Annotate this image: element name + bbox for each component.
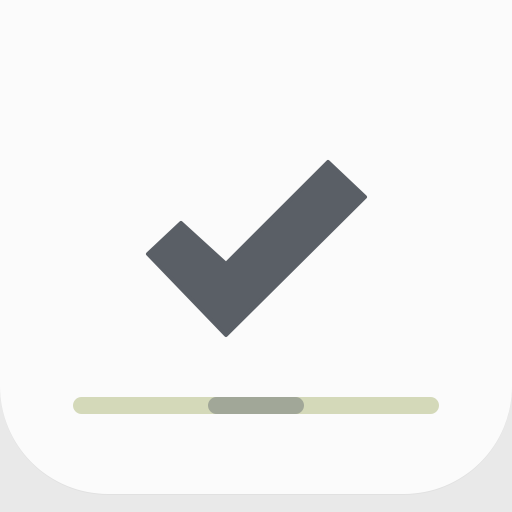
app-icon-canvas xyxy=(0,0,512,512)
checkmark-icon xyxy=(0,0,512,512)
checkmark-shape xyxy=(146,160,367,337)
progress-track[interactable] xyxy=(73,397,439,414)
progress-thumb[interactable] xyxy=(208,397,304,414)
